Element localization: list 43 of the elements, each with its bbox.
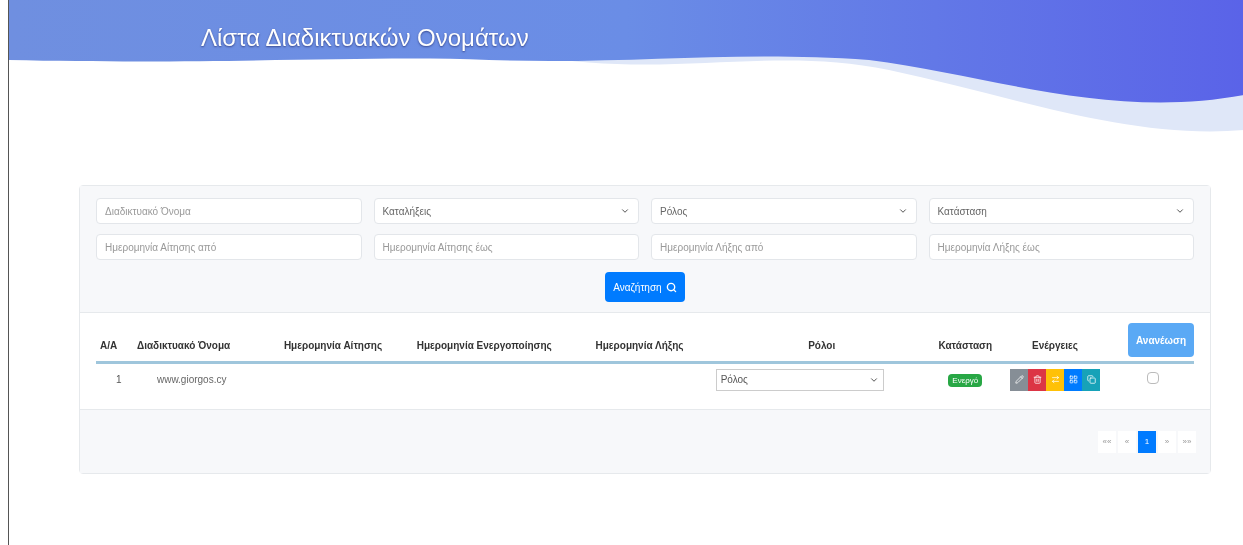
page-link[interactable]: »» bbox=[1178, 430, 1196, 453]
page-link[interactable]: 1 bbox=[1138, 430, 1156, 453]
filter-dropdown[interactable]: Κατάσταση bbox=[928, 198, 1194, 224]
trash-icon bbox=[1032, 375, 1042, 384]
page-title: Λίστα Διαδικτυακών Ονομάτων bbox=[201, 23, 530, 53]
table-cell: 1 bbox=[96, 362, 133, 395]
column-header: Ενέργειες bbox=[998, 323, 1112, 363]
role-dropdown[interactable]: Ρόλος bbox=[715, 368, 884, 391]
column-header: Ημερομηνία Ενεργοποίησης bbox=[412, 323, 592, 363]
table-cell: www.giorgos.cy bbox=[132, 362, 280, 395]
page-link[interactable]: « bbox=[1118, 430, 1136, 453]
grid-icon bbox=[1068, 375, 1078, 384]
search-icon bbox=[665, 281, 677, 293]
column-header: Διαδικτυακό Όνομα bbox=[132, 323, 280, 363]
edit-button[interactable] bbox=[1010, 368, 1029, 391]
copy-button[interactable] bbox=[1082, 368, 1101, 391]
status-badge: Ενεργό bbox=[948, 374, 983, 387]
renew-button[interactable]: Ανανέωση bbox=[1127, 323, 1194, 357]
search-button[interactable]: Αναζήτηση bbox=[605, 272, 685, 302]
caret-icon bbox=[620, 206, 630, 216]
row-checkbox[interactable] bbox=[1146, 371, 1159, 384]
column-header: Ημερομηνία Λήξης bbox=[591, 323, 712, 363]
filter-dropdown[interactable]: Ρόλος bbox=[651, 198, 917, 224]
delete-button[interactable] bbox=[1028, 368, 1047, 391]
page-link[interactable]: » bbox=[1158, 430, 1176, 453]
filter-field[interactable]: Ημερομηνία Λήξης έως bbox=[928, 234, 1194, 260]
caret-icon bbox=[1175, 206, 1185, 216]
column-header: Κατάσταση bbox=[931, 323, 999, 363]
transfer-button[interactable] bbox=[1046, 368, 1065, 391]
details-button[interactable] bbox=[1064, 368, 1083, 391]
column-header: Ρόλοι bbox=[711, 323, 932, 363]
filter-dropdown[interactable]: Καταλήξεις bbox=[373, 198, 639, 224]
filter-field[interactable]: Ημερομηνία Λήξης από bbox=[651, 234, 917, 260]
filter-field[interactable]: Ημερομηνία Αίτησης από bbox=[96, 234, 362, 260]
filter-field[interactable]: Ημερομηνία Αίτησης έως bbox=[373, 234, 639, 260]
copy-icon bbox=[1086, 375, 1096, 384]
arrows-icon bbox=[1050, 375, 1060, 384]
pencil-icon bbox=[1014, 375, 1024, 384]
page-link[interactable]: «« bbox=[1098, 430, 1116, 453]
caret-icon bbox=[897, 206, 908, 216]
column-header: Α/Α bbox=[96, 323, 133, 363]
column-header: Ημερομηνία Αίτησης bbox=[279, 323, 413, 363]
filter-field[interactable]: Διαδικτυακό Όνομα bbox=[96, 198, 362, 224]
